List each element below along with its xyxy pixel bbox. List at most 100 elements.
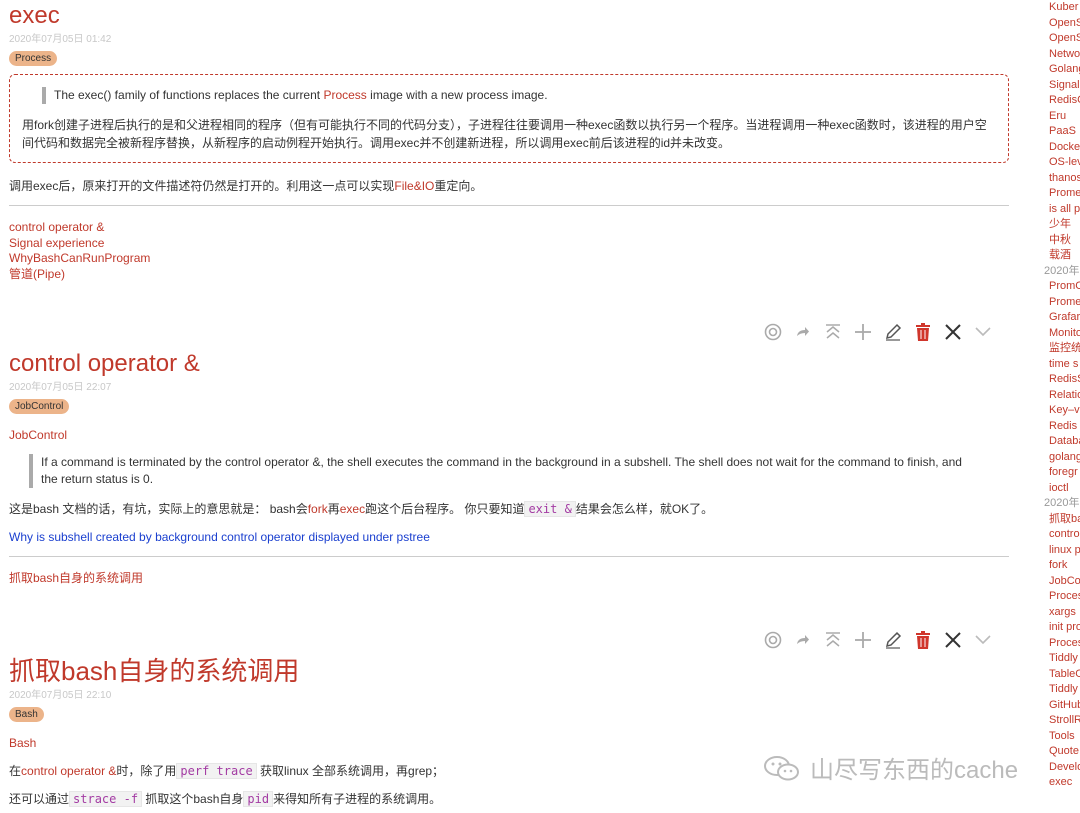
sidebar-item[interactable]: Eru — [1040, 109, 1080, 125]
new-here-icon[interactable] — [848, 321, 878, 343]
sidebar-item[interactable]: Prome — [1040, 295, 1080, 311]
sidebar-item[interactable]: PromC — [1040, 279, 1080, 295]
sidebar-item[interactable]: Tiddly — [1040, 682, 1080, 698]
sidebar-item[interactable]: Develo — [1040, 760, 1080, 776]
sidebar-item[interactable]: Docke — [1040, 140, 1080, 156]
sidebar-item[interactable]: 监控统 — [1040, 341, 1080, 357]
sidebar-item[interactable]: 抓取ba — [1040, 512, 1080, 528]
edit-icon[interactable] — [878, 321, 908, 343]
sidebar-item[interactable]: linux p — [1040, 543, 1080, 559]
external-link[interactable]: Why is subshell created by background co… — [9, 530, 1009, 544]
sidebar-item[interactable]: xargs — [1040, 605, 1080, 621]
text: 时，除了用 — [116, 764, 177, 778]
chevron-down-icon[interactable] — [968, 321, 998, 343]
sidebar-item[interactable]: foregr — [1040, 465, 1080, 481]
tag-jobcontrol[interactable]: JobControl — [9, 399, 70, 414]
text: 再 — [327, 502, 340, 516]
sidebar-item[interactable]: 少年 — [1040, 217, 1080, 233]
link-exec[interactable]: exec — [340, 502, 365, 516]
text: 抓取这个bash自身 — [142, 792, 244, 806]
tiddler-date: 2020年07月05日 01:42 — [9, 34, 112, 45]
sidebar-item[interactable]: PaaS — [1040, 124, 1080, 140]
watermark: 山尽写东西的cache — [762, 750, 1018, 785]
delete-icon[interactable] — [908, 629, 938, 651]
close-others-icon[interactable] — [818, 321, 848, 343]
sidebar-item[interactable]: Monito — [1040, 326, 1080, 342]
sidebar-item[interactable]: contro — [1040, 527, 1080, 543]
close-icon[interactable] — [938, 629, 968, 651]
sidebar-item[interactable]: ioctl — [1040, 481, 1080, 497]
sidebar-item[interactable]: Redis — [1040, 419, 1080, 435]
close-icon[interactable] — [938, 321, 968, 343]
sidebar-item[interactable]: Netwo — [1040, 47, 1080, 63]
watermark-text: 山尽写东西的cache — [810, 757, 1019, 784]
link-why-bash[interactable]: WhyBashCanRunProgram — [9, 251, 1009, 267]
new-here-icon[interactable] — [848, 629, 878, 651]
sidebar-item[interactable]: Databa — [1040, 434, 1080, 450]
info-icon[interactable] — [758, 629, 788, 651]
sidebar-item[interactable]: Prome — [1040, 186, 1080, 202]
inline-code: exit & — [524, 501, 576, 517]
text: 在 — [9, 764, 22, 778]
link-pipe[interactable]: 管道(Pipe) — [9, 267, 1009, 283]
sidebar-item[interactable]: Golang — [1040, 62, 1080, 78]
sidebar-item[interactable]: OpenS — [1040, 16, 1080, 32]
sidebar-item[interactable]: Grafar — [1040, 310, 1080, 326]
chevron-down-icon[interactable] — [968, 629, 998, 651]
blockquote: If a command is terminated by the contro… — [29, 454, 979, 488]
sidebar-item[interactable]: TableO — [1040, 667, 1080, 683]
permalink-icon[interactable] — [788, 629, 818, 651]
sidebar-item[interactable]: OS-lev — [1040, 155, 1080, 171]
sidebar-item[interactable]: 载酒 — [1040, 248, 1080, 264]
info-icon[interactable] — [758, 321, 788, 343]
sidebar-item[interactable]: OpenS — [1040, 31, 1080, 47]
sidebar-item[interactable]: time s — [1040, 357, 1080, 373]
sidebar-item[interactable]: exec — [1040, 775, 1080, 791]
permalink-icon[interactable] — [788, 321, 818, 343]
tiddler-title: control operator & — [9, 350, 200, 377]
link-control-operator[interactable]: control operator & — [9, 220, 1009, 236]
sidebar-item[interactable]: golang — [1040, 450, 1080, 466]
sidebar-item[interactable]: init pro — [1040, 620, 1080, 636]
link-fork[interactable]: fork — [308, 502, 328, 516]
sidebar-item[interactable]: 中秋 — [1040, 233, 1080, 249]
sidebar-item[interactable]: Tiddly — [1040, 651, 1080, 667]
sidebar-item[interactable]: RedisC — [1040, 93, 1080, 109]
sidebar-item[interactable]: fork — [1040, 558, 1080, 574]
sidebar-item[interactable]: Proces — [1040, 636, 1080, 652]
sidebar-item[interactable]: Proces — [1040, 589, 1080, 605]
sidebar-item[interactable]: JobCo — [1040, 574, 1080, 590]
tag-bash[interactable]: Bash — [9, 707, 44, 722]
inline-code: perf trace — [176, 763, 257, 779]
story-river: exec 2020年07月05日 01:42 Process The exec(… — [0, 0, 1020, 813]
backlink[interactable]: 抓取bash自身的系统调用 — [9, 569, 1009, 586]
delete-icon[interactable] — [908, 321, 938, 343]
sidebar-item[interactable]: Key–va — [1040, 403, 1080, 419]
sidebar-item[interactable]: Tools — [1040, 729, 1080, 745]
tag-process[interactable]: Process — [9, 51, 58, 66]
link-jobcontrol[interactable]: JobControl — [9, 428, 1009, 442]
sidebar-item[interactable]: is all p — [1040, 202, 1080, 218]
paragraph: 这是bash 文档的话，有坑，实际上的意思就是： bash会fork再exec跑… — [9, 500, 1009, 518]
tiddler-toolbar — [758, 321, 998, 343]
sidebar-recent-list: KuberOpenSOpenSNetwoGolangSignalRedisCEr… — [1040, 0, 1080, 813]
sidebar-item[interactable]: Quote — [1040, 744, 1080, 760]
sidebar-item[interactable]: thanos — [1040, 171, 1080, 187]
sidebar-item[interactable]: Signal — [1040, 78, 1080, 94]
link-file-io[interactable]: File&IO — [394, 179, 434, 193]
sidebar-item[interactable]: RedisS — [1040, 372, 1080, 388]
divider — [9, 556, 1009, 557]
quote-text: The exec() family of functions replaces … — [54, 88, 324, 102]
edit-icon[interactable] — [878, 629, 908, 651]
sidebar-item[interactable]: StrollR — [1040, 713, 1080, 729]
sidebar-item[interactable]: Relatio — [1040, 388, 1080, 404]
text: 重定向。 — [434, 179, 483, 193]
close-others-icon[interactable] — [818, 629, 848, 651]
link-control-operator[interactable]: control operator & — [21, 764, 116, 778]
link-bash[interactable]: Bash — [9, 736, 1009, 750]
link-signal-experience[interactable]: Signal experience — [9, 236, 1009, 252]
sidebar-item[interactable]: GitHub — [1040, 698, 1080, 714]
link-process[interactable]: Process — [323, 88, 366, 102]
backlinks-list: control operator & Signal experience Why… — [9, 220, 1009, 282]
sidebar-item[interactable]: Kuber — [1040, 0, 1080, 16]
